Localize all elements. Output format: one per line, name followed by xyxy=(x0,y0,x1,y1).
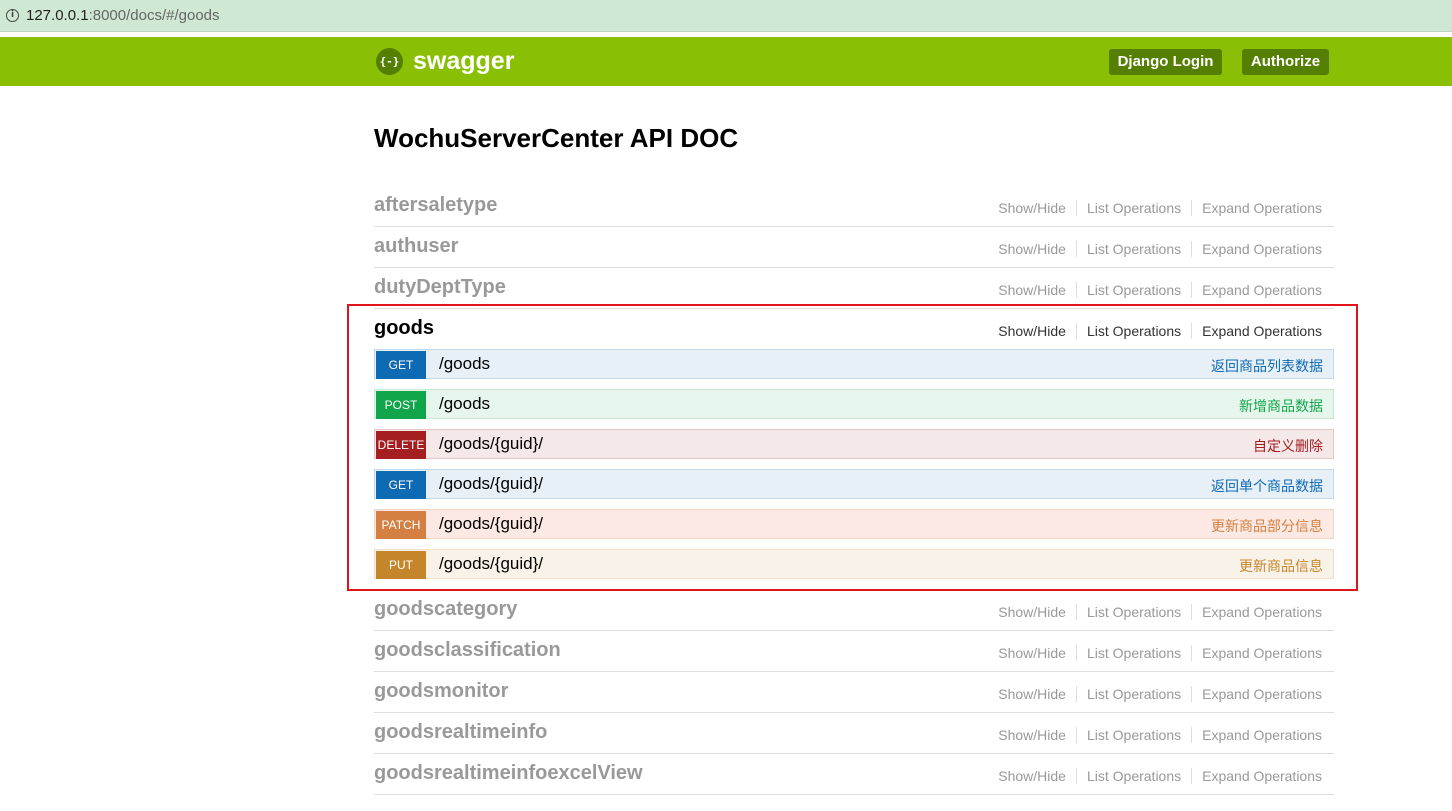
resource-ops: Show/Hide List Operations Expand Operati… xyxy=(988,768,1322,784)
endpoint-description[interactable]: 更新商品信息 xyxy=(1239,556,1323,576)
show-hide-link[interactable]: Show/Hide xyxy=(988,768,1077,784)
django-login-button[interactable]: Django Login xyxy=(1109,49,1222,75)
resource-name[interactable]: authuser xyxy=(374,235,458,258)
endpoint-delete-goods-guid[interactable]: DELETE /goods/{guid}/ 自定义删除 xyxy=(374,429,1334,459)
expand-operations-link[interactable]: Expand Operations xyxy=(1192,686,1322,702)
show-hide-link[interactable]: Show/Hide xyxy=(988,200,1077,216)
list-operations-link[interactable]: List Operations xyxy=(1077,241,1193,257)
resource-ops: Show/Hide List Operations Expand Operati… xyxy=(988,241,1322,257)
list-operations-link[interactable]: List Operations xyxy=(1077,282,1193,298)
list-operations-link[interactable]: List Operations xyxy=(1077,323,1193,339)
endpoint-path[interactable]: /goods xyxy=(439,354,490,374)
resource-ops: Show/Hide List Operations Expand Operati… xyxy=(988,727,1322,743)
method-badge[interactable]: PATCH xyxy=(376,511,426,539)
resource-ops: Show/Hide List Operations Expand Operati… xyxy=(988,686,1322,702)
list-operations-link[interactable]: List Operations xyxy=(1077,727,1193,743)
list-operations-link[interactable]: List Operations xyxy=(1077,686,1193,702)
method-badge[interactable]: DELETE xyxy=(376,431,426,459)
method-badge[interactable]: POST xyxy=(376,391,426,419)
expand-operations-link[interactable]: Expand Operations xyxy=(1192,645,1322,661)
resource-name[interactable]: goodsmonitor xyxy=(374,680,508,703)
show-hide-link[interactable]: Show/Hide xyxy=(988,282,1077,298)
resource-name[interactable]: goodsrealtimeinfo xyxy=(374,721,547,744)
expand-operations-link[interactable]: Expand Operations xyxy=(1192,727,1322,743)
method-badge[interactable]: PUT xyxy=(376,551,426,579)
endpoint-path[interactable]: /goods/{guid}/ xyxy=(439,554,543,574)
expand-operations-link[interactable]: Expand Operations xyxy=(1192,604,1322,620)
resource-ops: Show/Hide List Operations Expand Operati… xyxy=(988,200,1322,216)
show-hide-link[interactable]: Show/Hide xyxy=(988,323,1077,339)
resource-ops: Show/Hide List Operations Expand Operati… xyxy=(988,645,1322,661)
resource-authuser: authuser Show/Hide List Operations Expan… xyxy=(374,227,1334,268)
url-text[interactable]: 127.0.0.1:8000/docs/#/goods xyxy=(26,7,220,24)
endpoint-path[interactable]: /goods/{guid}/ xyxy=(439,514,543,534)
expand-operations-link[interactable]: Expand Operations xyxy=(1192,282,1322,298)
resource-name[interactable]: aftersaletype xyxy=(374,194,497,217)
resource-goodsmonitor: goodsmonitor Show/Hide List Operations E… xyxy=(374,672,1334,713)
list-operations-link[interactable]: List Operations xyxy=(1077,768,1193,784)
swagger-header: {-} swagger Django Login Authorize xyxy=(0,37,1452,86)
expand-operations-link[interactable]: Expand Operations xyxy=(1192,241,1322,257)
swagger-logo-text[interactable]: swagger xyxy=(413,47,514,76)
resource-goodsrealtimeinfo: goodsrealtimeinfo Show/Hide List Operati… xyxy=(374,713,1334,754)
endpoint-put-goods-guid[interactable]: PUT /goods/{guid}/ 更新商品信息 xyxy=(374,549,1334,579)
endpoint-description[interactable]: 自定义删除 xyxy=(1253,436,1323,456)
url-host: 127.0.0.1 xyxy=(26,7,89,24)
resource-name[interactable]: goodsclassification xyxy=(374,639,561,662)
list-operations-link[interactable]: List Operations xyxy=(1077,645,1193,661)
resource-goods: goods Show/Hide List Operations Expand O… xyxy=(374,309,1334,350)
endpoint-description[interactable]: 新增商品数据 xyxy=(1239,396,1323,416)
show-hide-link[interactable]: Show/Hide xyxy=(988,686,1077,702)
endpoint-description[interactable]: 返回商品列表数据 xyxy=(1211,356,1323,376)
resource-ops: Show/Hide List Operations Expand Operati… xyxy=(988,323,1322,339)
resource-ops: Show/Hide List Operations Expand Operati… xyxy=(988,604,1322,620)
url-path: :8000/docs/#/goods xyxy=(88,7,220,24)
resource-goodsrealtimeinfoexcelview: goodsrealtimeinfoexcelView Show/Hide Lis… xyxy=(374,754,1334,795)
expand-operations-link[interactable]: Expand Operations xyxy=(1192,323,1322,339)
expand-operations-link[interactable]: Expand Operations xyxy=(1192,768,1322,784)
resource-goodsclassification: goodsclassification Show/Hide List Opera… xyxy=(374,631,1334,672)
resource-goodscategory: goodscategory Show/Hide List Operations … xyxy=(374,590,1334,631)
show-hide-link[interactable]: Show/Hide xyxy=(988,241,1077,257)
endpoint-path[interactable]: /goods/{guid}/ xyxy=(439,474,543,494)
endpoint-patch-goods-guid[interactable]: PATCH /goods/{guid}/ 更新商品部分信息 xyxy=(374,509,1334,539)
swagger-logo-icon[interactable]: {-} xyxy=(376,48,403,75)
endpoint-description[interactable]: 返回单个商品数据 xyxy=(1211,476,1323,496)
authorize-button[interactable]: Authorize xyxy=(1242,49,1329,75)
info-icon[interactable]: i xyxy=(6,9,19,22)
show-hide-link[interactable]: Show/Hide xyxy=(988,727,1077,743)
endpoint-post-goods[interactable]: POST /goods 新增商品数据 xyxy=(374,389,1334,419)
resource-name[interactable]: goodsrealtimeinfoexcelView xyxy=(374,762,643,785)
resource-name[interactable]: goodscategory xyxy=(374,598,517,621)
list-operations-link[interactable]: List Operations xyxy=(1077,200,1193,216)
resource-name[interactable]: goods xyxy=(374,317,434,340)
endpoint-get-goods-guid[interactable]: GET /goods/{guid}/ 返回单个商品数据 xyxy=(374,469,1334,499)
endpoint-description[interactable]: 更新商品部分信息 xyxy=(1211,516,1323,536)
endpoint-get-goods[interactable]: GET /goods 返回商品列表数据 xyxy=(374,349,1334,379)
list-operations-link[interactable]: List Operations xyxy=(1077,604,1193,620)
resource-ops: Show/Hide List Operations Expand Operati… xyxy=(988,282,1322,298)
show-hide-link[interactable]: Show/Hide xyxy=(988,604,1077,620)
resource-name[interactable]: dutyDeptType xyxy=(374,276,506,299)
resource-aftersaletype: aftersaletype Show/Hide List Operations … xyxy=(374,186,1334,227)
method-badge[interactable]: GET xyxy=(376,471,426,499)
show-hide-link[interactable]: Show/Hide xyxy=(988,645,1077,661)
endpoint-path[interactable]: /goods xyxy=(439,394,490,414)
method-badge[interactable]: GET xyxy=(376,351,426,379)
expand-operations-link[interactable]: Expand Operations xyxy=(1192,200,1322,216)
resource-dutydepttype: dutyDeptType Show/Hide List Operations E… xyxy=(374,268,1334,309)
browser-address-bar[interactable]: i 127.0.0.1:8000/docs/#/goods xyxy=(0,0,1452,32)
page-title: WochuServerCenter API DOC xyxy=(374,123,739,153)
endpoint-path[interactable]: /goods/{guid}/ xyxy=(439,434,543,454)
